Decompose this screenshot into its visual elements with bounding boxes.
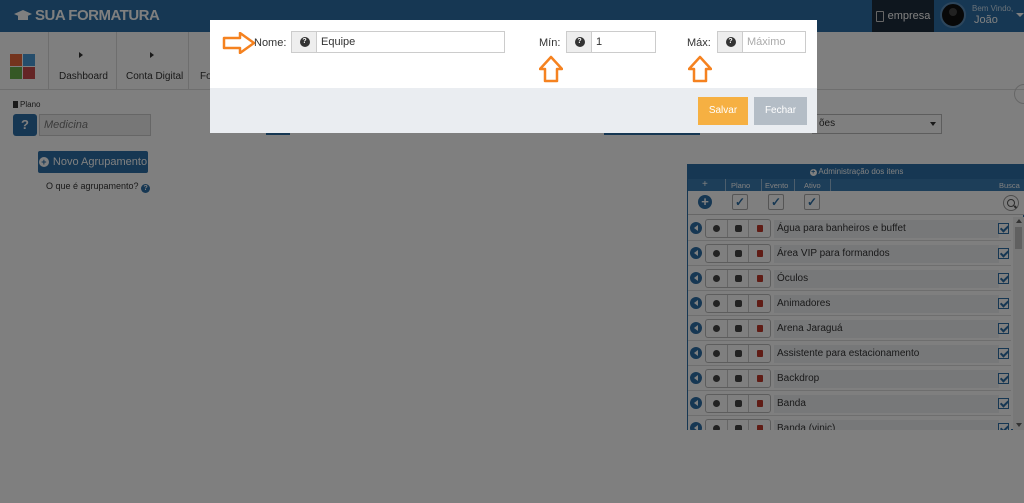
arrow-up-icon (539, 55, 563, 83)
nome-input[interactable] (316, 31, 505, 53)
min-label: Mín: (539, 37, 561, 49)
close-button[interactable]: Fechar (754, 97, 807, 125)
arrow-right-icon (222, 32, 256, 54)
min-help-addon[interactable]: ? (566, 31, 592, 53)
agrupamento-modal: Nome: ? Mín: ? Máx: ? Salvar Fechar (210, 20, 817, 133)
question-circle-icon: ? (299, 37, 310, 47)
max-label: Máx: (687, 37, 711, 49)
min-input[interactable] (591, 31, 656, 53)
save-button[interactable]: Salvar (698, 97, 748, 125)
arrow-up-icon (688, 55, 712, 83)
nome-help-addon[interactable]: ? (291, 31, 317, 53)
question-circle-icon: ? (725, 37, 736, 47)
modal-body: Nome: ? Mín: ? Máx: ? (210, 20, 817, 88)
max-input[interactable] (742, 31, 806, 53)
max-help-addon[interactable]: ? (717, 31, 743, 53)
nome-label: Nome: (254, 37, 287, 49)
question-circle-icon: ? (574, 37, 585, 47)
